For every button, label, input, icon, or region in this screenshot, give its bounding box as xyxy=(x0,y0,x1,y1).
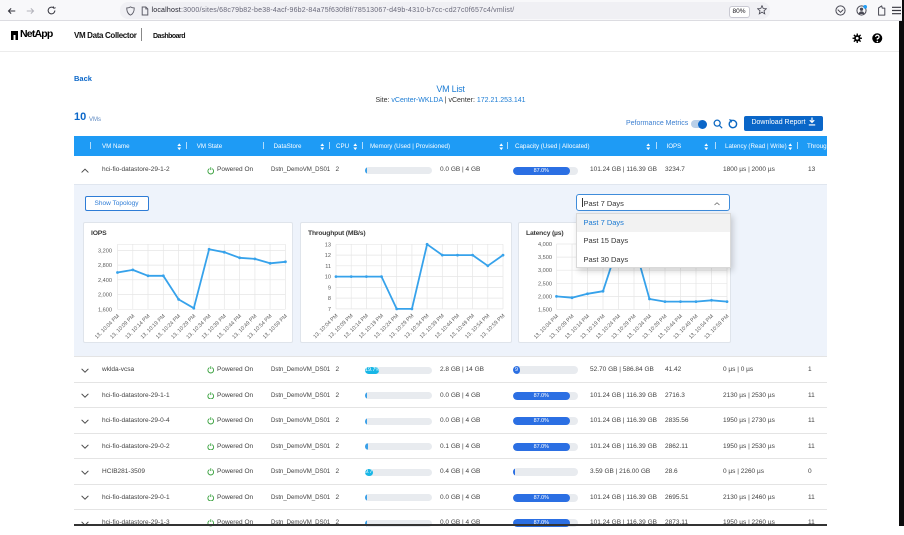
svg-text:1,500: 1,500 xyxy=(538,308,552,314)
svg-text:3,500: 3,500 xyxy=(538,255,552,261)
svg-text:10: 10 xyxy=(325,275,331,281)
svg-text:3,200: 3,200 xyxy=(98,248,112,254)
svg-text:1,600: 1,600 xyxy=(98,307,112,313)
svg-text:IOPS: IOPS xyxy=(91,230,107,237)
svg-text:3,000: 3,000 xyxy=(538,268,552,274)
svg-text:2,000: 2,000 xyxy=(98,293,112,299)
svg-text:7: 7 xyxy=(328,307,331,313)
svg-text:4,000: 4,000 xyxy=(538,242,552,248)
svg-text:11: 11 xyxy=(325,264,331,270)
svg-text:Latency (µs): Latency (µs) xyxy=(526,230,563,237)
svg-text:9: 9 xyxy=(328,285,331,291)
svg-text:2,800: 2,800 xyxy=(98,263,112,269)
svg-text:2,000: 2,000 xyxy=(538,294,552,300)
svg-text:8: 8 xyxy=(328,296,331,302)
svg-text:2,500: 2,500 xyxy=(538,281,552,287)
svg-text:Throughput (MB/s): Throughput (MB/s) xyxy=(308,230,365,237)
svg-text:12: 12 xyxy=(325,253,331,259)
svg-text:13: 13 xyxy=(325,242,331,248)
svg-text:2,400: 2,400 xyxy=(98,278,112,284)
